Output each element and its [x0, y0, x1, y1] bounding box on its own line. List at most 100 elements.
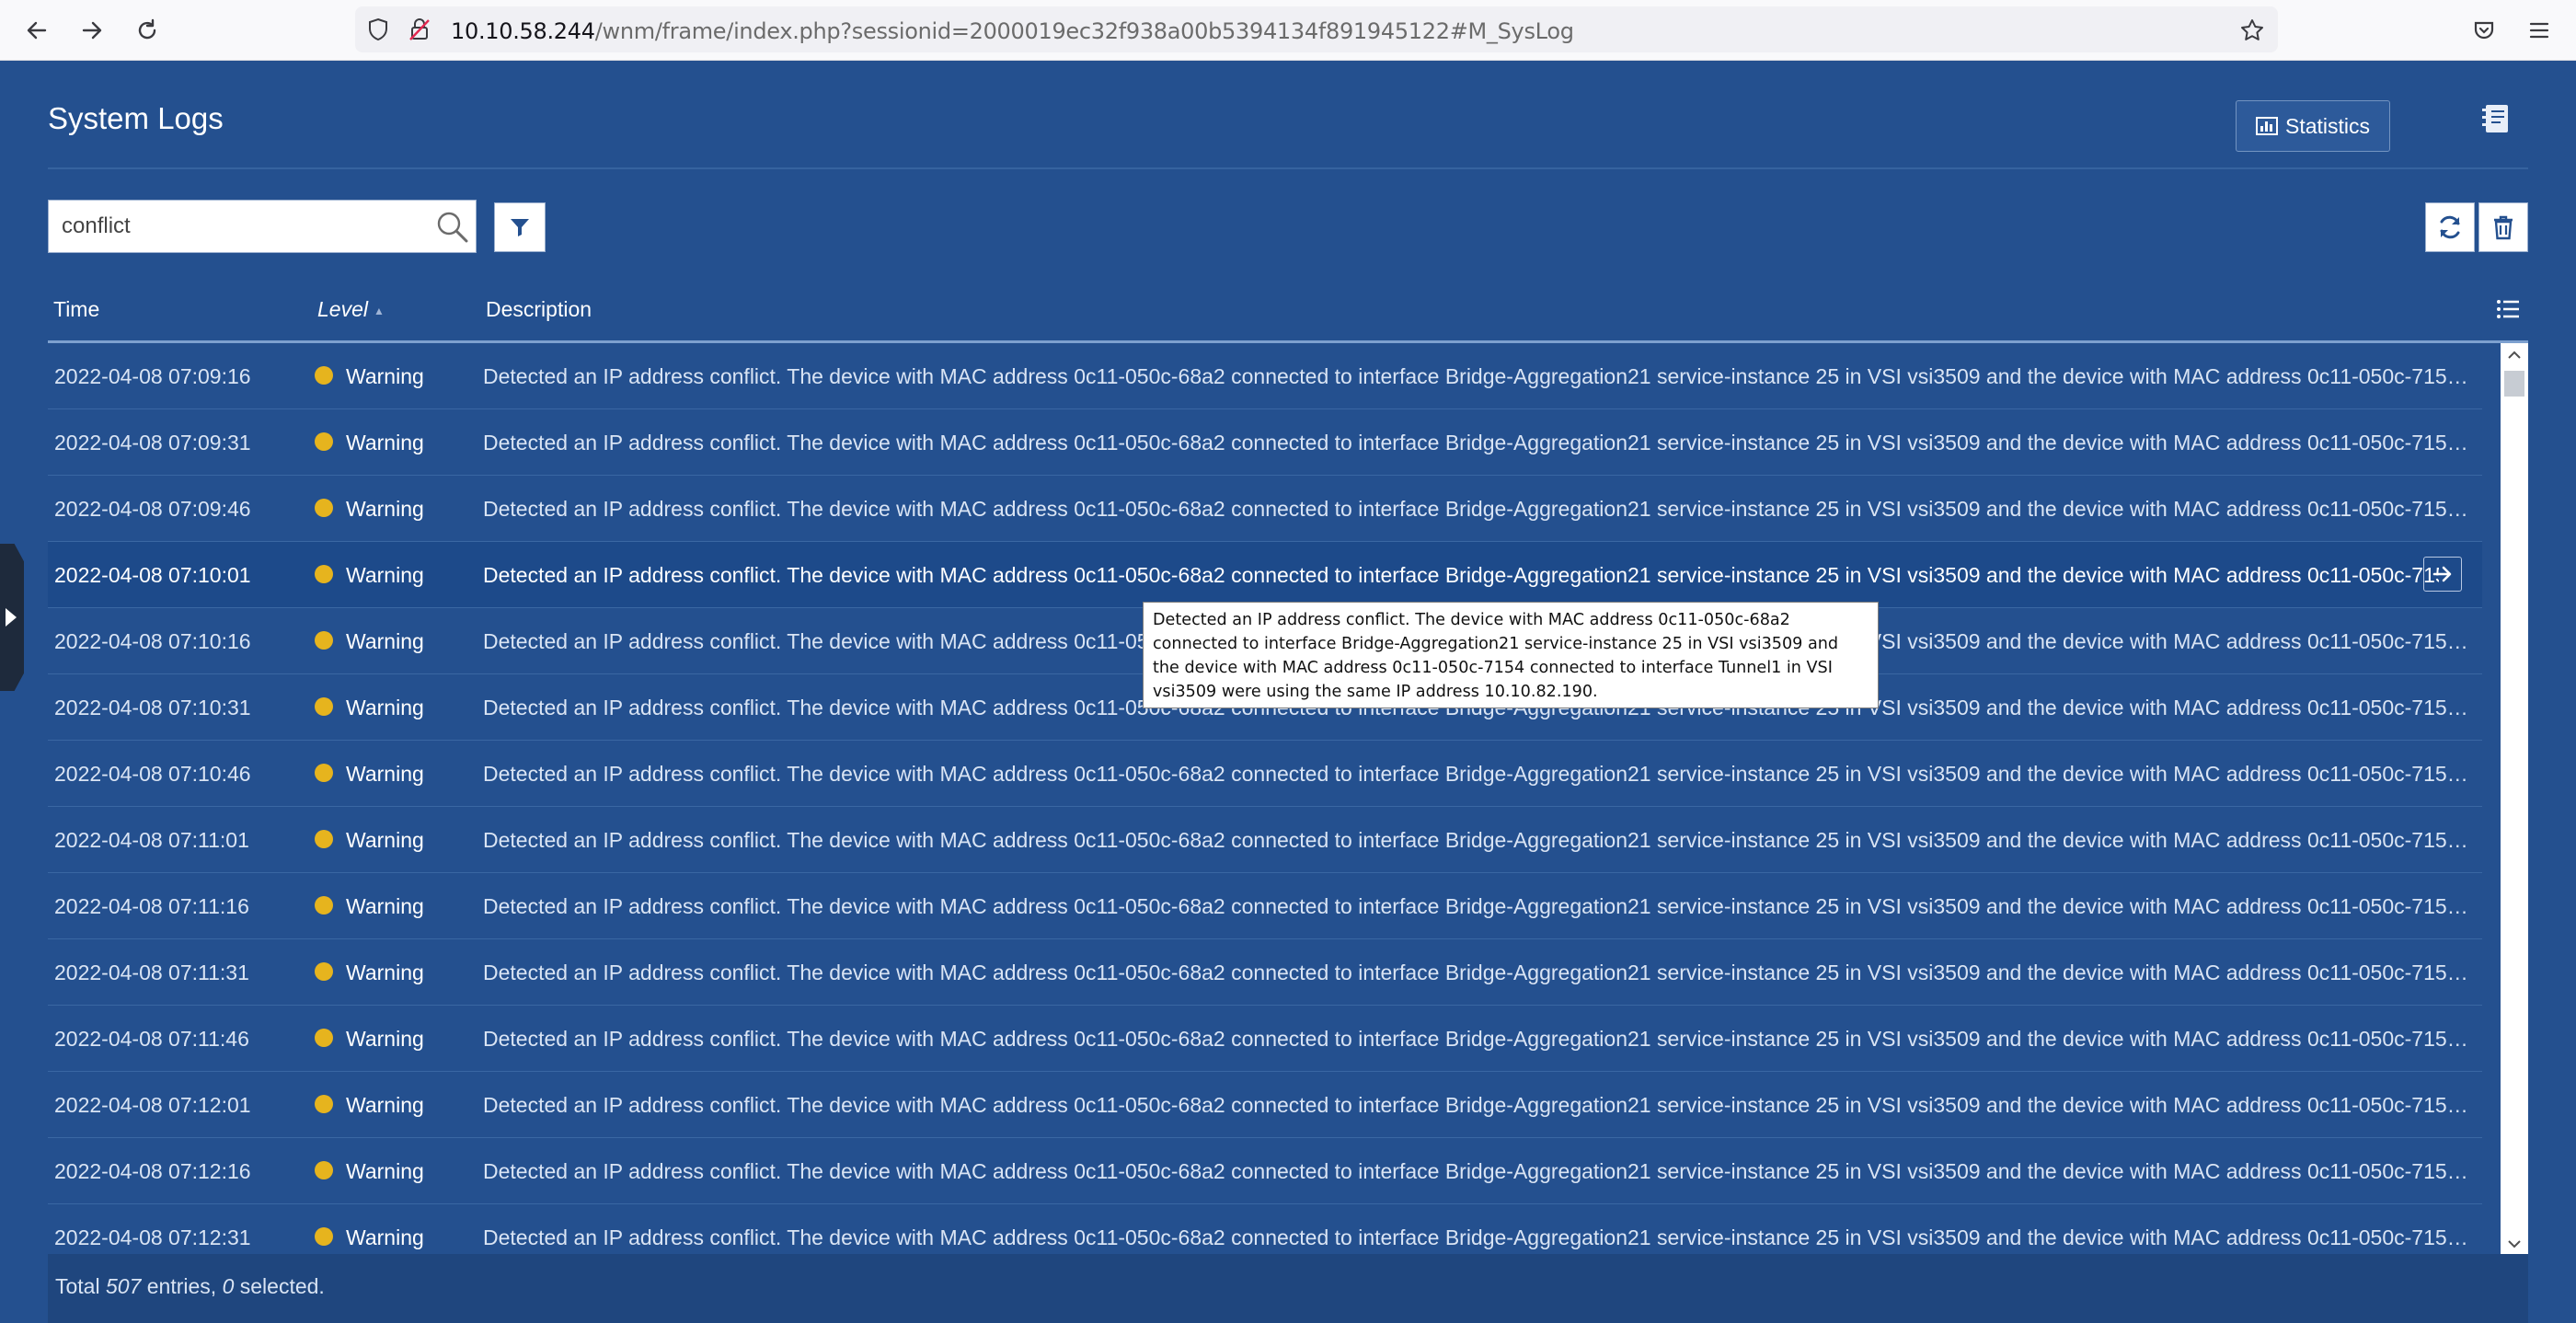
cell-time: 2022-04-08 07:09:16 [54, 364, 251, 388]
cell-level: Warning [346, 431, 424, 454]
row-detail-button[interactable] [2423, 557, 2462, 592]
table-row[interactable]: 2022-04-08 07:11:16 Warning Detected an IP… [48, 873, 2482, 939]
cell-level: Warning [346, 497, 424, 521]
sidebar-toggle[interactable] [0, 544, 24, 691]
statistics-button[interactable]: Statistics [2236, 100, 2390, 152]
table-row[interactable]: 2022-04-08 07:09:16 Warning Detected an IP… [48, 343, 2482, 409]
cell-time: 2022-04-08 07:12:16 [54, 1159, 251, 1183]
table-row-hovered[interactable]: 2022-04-08 07:10:01 Warning Detected an IP… [48, 542, 2482, 608]
statistics-label: Statistics [2284, 113, 2371, 138]
cell-level: Warning [346, 762, 424, 786]
warning-dot-icon [315, 1227, 333, 1246]
cell-level: Warning [346, 364, 424, 388]
table-row[interactable]: 2022-04-08 07:09:46 Warning Detected an IP… [48, 476, 2482, 542]
cell-description: Detected an IP address conflict. The dev… [483, 894, 2470, 918]
back-icon [27, 21, 47, 40]
forward-button[interactable] [74, 12, 110, 49]
cell-description: Detected an IP address conflict. The dev… [483, 961, 2470, 984]
forward-icon [82, 21, 102, 40]
log-notebook-button[interactable] [2480, 103, 2512, 139]
warning-dot-icon [315, 1095, 333, 1113]
pocket-icon [2474, 21, 2494, 40]
search-input[interactable] [62, 210, 420, 243]
table-row[interactable]: 2022-04-08 07:12:31 Warning Detected an IP… [48, 1204, 2482, 1254]
table-row[interactable]: 2022-04-08 07:10:46 Warning Detected an IP… [48, 741, 2482, 807]
warning-dot-icon [315, 499, 333, 517]
cell-level: Warning [346, 1225, 424, 1249]
warning-dot-icon [315, 631, 333, 650]
cell-time: 2022-04-08 07:11:31 [54, 961, 249, 984]
cell-description: Detected an IP address conflict. The dev… [483, 828, 2470, 852]
table-scrollbar[interactable] [2501, 343, 2528, 1254]
delete-button[interactable] [2478, 202, 2528, 252]
cell-description: Detected an IP address conflict. The dev… [483, 1093, 2470, 1117]
footer-prefix: Total [55, 1274, 106, 1298]
column-header-level[interactable]: Level ▲ [317, 297, 385, 322]
warning-dot-icon [315, 962, 333, 981]
warning-dot-icon [315, 1029, 333, 1047]
address-bar[interactable]: 10.10.58.244/wnm/frame/index.php?session… [355, 6, 2278, 52]
system-logs-app: System Logs Statistics Time Level ▲ Descr… [0, 61, 2576, 1323]
footer-middle: entries, [141, 1274, 223, 1298]
column-header-time[interactable]: Time [53, 297, 99, 322]
scroll-thumb[interactable] [2504, 371, 2524, 397]
cell-time: 2022-04-08 07:10:31 [54, 696, 251, 719]
warning-dot-icon [315, 896, 333, 915]
browser-toolbar: 10.10.58.244/wnm/frame/index.php?session… [0, 0, 2576, 61]
filter-button[interactable] [494, 202, 546, 252]
search-box [48, 200, 477, 253]
warning-dot-icon [315, 366, 333, 385]
warning-dot-icon [315, 432, 333, 451]
sort-ascending-icon: ▲ [373, 304, 385, 317]
warning-dot-icon [315, 830, 333, 848]
trash-icon [2494, 215, 2513, 240]
table-row[interactable]: 2022-04-08 07:11:01 Warning Detected an IP… [48, 807, 2482, 873]
cell-level: Warning [346, 1159, 424, 1183]
cell-description: Detected an IP address conflict. The dev… [483, 1225, 2470, 1249]
title-divider [48, 167, 2528, 169]
cell-time: 2022-04-08 07:10:46 [54, 762, 251, 786]
arrow-right-icon [2432, 566, 2452, 582]
bookmark-star-icon [2241, 19, 2263, 40]
entries-summary: Total 507 entries, 0 selected. [55, 1274, 325, 1299]
column-header-level-label: Level [317, 297, 368, 321]
cell-time: 2022-04-08 07:12:01 [54, 1093, 251, 1117]
scroll-down-icon[interactable] [2508, 1239, 2521, 1248]
table-row[interactable]: 2022-04-08 07:11:31 Warning Detected an IP… [48, 939, 2482, 1006]
cell-time: 2022-04-08 07:11:01 [54, 828, 249, 852]
cell-description: Detected an IP address conflict. The dev… [483, 431, 2470, 454]
cell-description: Detected an IP address conflict. The dev… [483, 497, 2470, 521]
column-settings-button[interactable] [2495, 296, 2521, 327]
warning-dot-icon [315, 764, 333, 782]
refresh-button[interactable] [2425, 202, 2475, 252]
selected-count: 0 [222, 1274, 235, 1298]
cell-level: Warning [346, 629, 424, 653]
back-button[interactable] [18, 12, 55, 49]
warning-dot-icon [315, 697, 333, 716]
cell-description: Detected an IP address conflict. The dev… [483, 563, 2439, 587]
cell-description: Detected an IP address conflict. The dev… [483, 1159, 2470, 1183]
bookmark-button[interactable] [2234, 12, 2271, 49]
table-row[interactable]: 2022-04-08 07:12:01 Warning Detected an IP… [48, 1072, 2482, 1138]
total-count: 507 [105, 1274, 142, 1298]
app-menu-button[interactable] [2521, 12, 2558, 49]
table-footer: Total 507 entries, 0 selected. [48, 1254, 2528, 1323]
shield-icon [369, 17, 387, 41]
warning-dot-icon [315, 565, 333, 583]
cell-time: 2022-04-08 07:12:31 [54, 1225, 251, 1249]
cell-time: 2022-04-08 07:10:16 [54, 629, 251, 653]
search-icon[interactable] [435, 210, 470, 245]
cell-level: Warning [346, 1093, 424, 1117]
filter-icon [511, 219, 529, 236]
cell-level: Warning [346, 894, 424, 918]
cell-time: 2022-04-08 07:11:46 [54, 1027, 249, 1051]
table-row[interactable]: 2022-04-08 07:11:46 Warning Detected an IP… [48, 1006, 2482, 1072]
pocket-button[interactable] [2466, 12, 2502, 49]
cell-level: Warning [346, 828, 424, 852]
scroll-up-icon[interactable] [2508, 351, 2521, 360]
table-row[interactable]: 2022-04-08 07:12:16 Warning Detected an IP… [48, 1138, 2482, 1204]
table-row[interactable]: 2022-04-08 07:09:31 Warning Detected an IP… [48, 409, 2482, 476]
reload-icon [138, 18, 156, 40]
reload-button[interactable] [129, 12, 166, 49]
column-header-description[interactable]: Description [486, 297, 592, 322]
